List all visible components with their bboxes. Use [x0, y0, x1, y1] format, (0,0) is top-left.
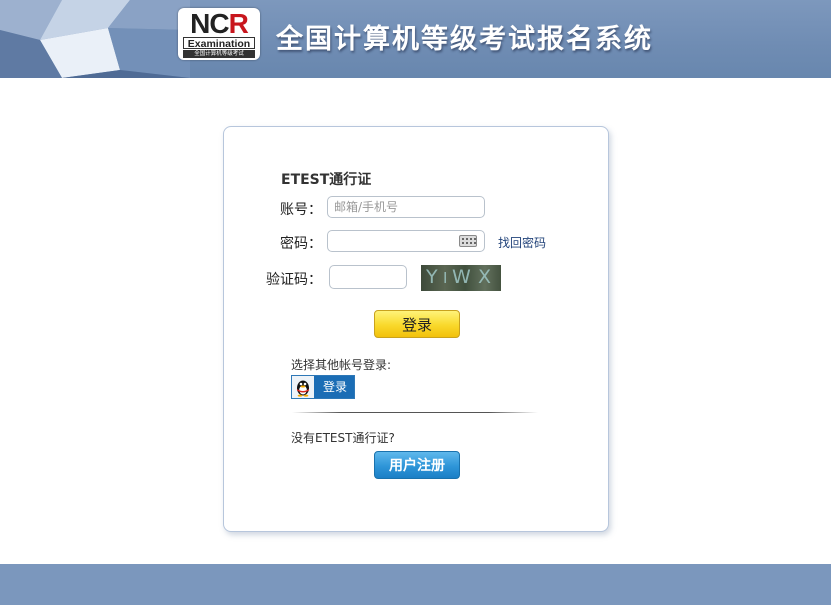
account-label: 账号： [280, 202, 322, 218]
captcha-char: W [452, 266, 471, 288]
captcha-label: 验证码： [266, 272, 322, 288]
login-title: ETEST通行证 [281, 172, 372, 188]
captcha-char: I [443, 269, 448, 287]
qq-login-button[interactable]: 登录 [291, 375, 355, 399]
qq-login-label: 登录 [322, 380, 347, 394]
header-banner: NCR Examination 全国计算机等级考试 全国计算机等级考试报名系统 [0, 0, 831, 78]
logo-letter-n: N [190, 8, 210, 39]
login-card: ETEST通行证 账号： 密码： 找回密码 验证码： Y I W X 登录 选择… [223, 126, 609, 532]
logo-letter-c: C [209, 8, 229, 39]
divider [292, 412, 538, 413]
logo-subtitle: 全国计算机等级考试 [183, 50, 255, 58]
logo-examination-text: Examination [183, 37, 255, 50]
no-account-text: 没有ETEST通行证? [291, 431, 395, 445]
qq-penguin-icon [292, 376, 314, 398]
other-login-label: 选择其他帐号登录: [291, 358, 392, 372]
captcha-image[interactable]: Y I W X [421, 265, 501, 291]
register-button[interactable]: 用户注册 [374, 451, 460, 479]
captcha-input[interactable] [329, 265, 407, 289]
keyboard-icon[interactable] [459, 235, 477, 247]
footer-bar [0, 564, 831, 605]
ncre-logo: NCR Examination 全国计算机等级考试 [178, 8, 260, 60]
forgot-password-link[interactable]: 找回密码 [498, 234, 546, 251]
password-label: 密码： [280, 236, 322, 252]
site-title: 全国计算机等级考试报名系统 [276, 24, 653, 55]
logo-letter-r: R [228, 8, 249, 39]
cube-decoration [0, 0, 190, 78]
captcha-char: X [478, 266, 492, 288]
login-button[interactable]: 登录 [374, 310, 460, 338]
account-input[interactable] [327, 196, 485, 218]
captcha-char: Y [426, 266, 438, 288]
